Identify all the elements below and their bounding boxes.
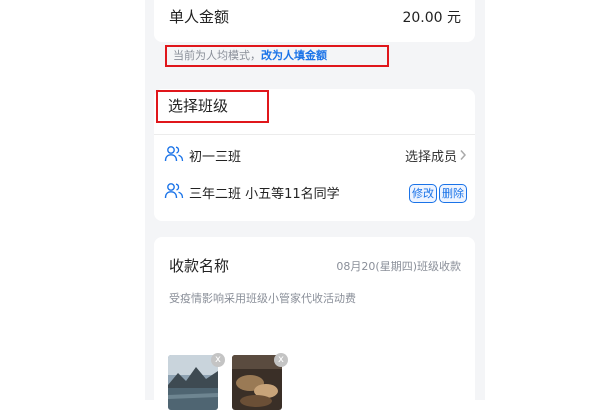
chevron-right-icon bbox=[460, 150, 467, 160]
select-members-button[interactable]: 选择成员 bbox=[405, 146, 467, 165]
mode-hint: 当前为人均模式，改为人填金额 bbox=[165, 45, 389, 67]
class-section-title: 选择班级 bbox=[156, 90, 269, 123]
class-card: 选择班级 初一三班 选择成员 三年二班 小五等11名同学 修改 删除 bbox=[154, 89, 475, 221]
class-name: 初一三班 bbox=[189, 149, 242, 165]
amount-card: 单人金额 20.00 元 bbox=[154, 0, 475, 42]
edit-button[interactable]: 修改 bbox=[409, 184, 437, 203]
amount-value: 20.00 元 bbox=[402, 10, 461, 26]
app-screen: 单人金额 20.00 元 当前为人均模式，改为人填金额 选择班级 初一三班 选择… bbox=[145, 0, 485, 417]
people-icon bbox=[164, 183, 184, 199]
payment-description[interactable]: 受疫情影响采用班级小管家代收活动费 bbox=[169, 290, 356, 306]
class-row: 三年二班 小五等11名同学 修改 删除 bbox=[154, 178, 475, 206]
delete-button[interactable]: 删除 bbox=[439, 184, 467, 203]
switch-mode-link[interactable]: 改为人填金额 bbox=[261, 49, 327, 62]
payment-card: 收款名称 08月20(星期四)班级收款 受疫情影响采用班级小管家代收活动费 x … bbox=[154, 237, 475, 417]
attached-image[interactable] bbox=[168, 355, 218, 410]
remove-image-button[interactable]: x bbox=[211, 353, 225, 367]
class-row[interactable]: 初一三班 选择成员 bbox=[154, 141, 475, 169]
people-icon bbox=[164, 146, 184, 162]
payment-name-label: 收款名称 bbox=[169, 257, 230, 275]
mountain-lake-image bbox=[168, 355, 218, 410]
payment-name-input[interactable]: 08月20(星期四)班级收款 bbox=[336, 258, 461, 274]
divider bbox=[154, 134, 475, 135]
class-name: 三年二班 小五等11名同学 bbox=[189, 186, 340, 202]
remove-image-button[interactable]: x bbox=[274, 353, 288, 367]
amount-label: 单人金额 bbox=[169, 8, 230, 26]
mode-hint-text: 当前为人均模式， bbox=[173, 49, 261, 62]
select-members-label: 选择成员 bbox=[404, 149, 457, 165]
